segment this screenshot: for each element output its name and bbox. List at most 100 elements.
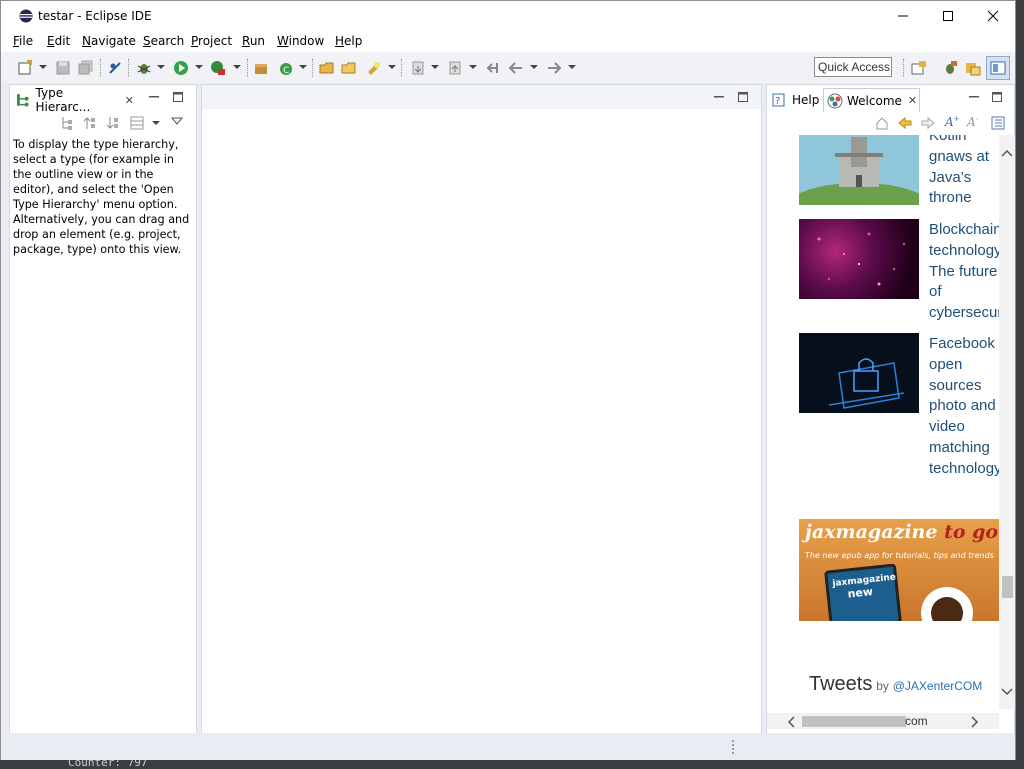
type-hierarchy-mode-icon[interactable] bbox=[60, 116, 74, 130]
debug-dropdown-arrow[interactable] bbox=[157, 65, 165, 69]
tab-welcome[interactable]: Welcome ✕ bbox=[823, 88, 920, 112]
menu-run[interactable]: Run bbox=[242, 34, 265, 48]
toolbar-separator bbox=[100, 59, 101, 77]
news-image-particles[interactable] bbox=[799, 219, 919, 299]
menu-search[interactable]: Search bbox=[143, 34, 184, 48]
subtype-hierarchy-icon[interactable] bbox=[106, 116, 120, 130]
vertical-scrollbar[interactable] bbox=[999, 135, 1015, 709]
new-class-dropdown-arrow[interactable] bbox=[299, 65, 307, 69]
toolbar-separator bbox=[903, 59, 904, 77]
welcome-toolbar: A+ A- bbox=[767, 114, 1014, 134]
save-all-icon[interactable] bbox=[78, 60, 94, 76]
open-perspective-icon[interactable] bbox=[911, 60, 927, 76]
ad-tablet: jaxmagazine new bbox=[824, 563, 902, 621]
layout-icon[interactable] bbox=[130, 116, 144, 130]
ad-brand: jaxmagazine to go bbox=[805, 521, 999, 543]
quick-access-field[interactable]: Quick Access bbox=[814, 57, 892, 77]
coverage-icon[interactable] bbox=[210, 60, 226, 76]
maximize-icon bbox=[942, 11, 953, 21]
back-dropdown-arrow[interactable] bbox=[530, 65, 538, 69]
news-image-castle[interactable] bbox=[789, 135, 929, 227]
menu-edit[interactable]: Edit bbox=[47, 34, 70, 48]
new-icon[interactable] bbox=[17, 60, 33, 76]
menu-bar: File Edit Navigate Search Project Run Wi… bbox=[1, 32, 1015, 52]
ad-coffee-cup bbox=[921, 587, 973, 621]
run-icon[interactable] bbox=[173, 60, 189, 76]
news-image-lock[interactable] bbox=[799, 333, 919, 413]
eclipse-logo-icon bbox=[19, 9, 33, 23]
tab-help[interactable]: ? Help bbox=[769, 88, 821, 112]
scroll-left-icon[interactable] bbox=[787, 716, 795, 728]
debug-perspective-icon[interactable] bbox=[942, 60, 958, 76]
scroll-up-icon[interactable] bbox=[1001, 149, 1013, 157]
decrease-font-icon[interactable]: A- bbox=[967, 115, 978, 129]
scroll-right-icon[interactable] bbox=[971, 716, 979, 728]
skip-breakpoints-icon[interactable] bbox=[107, 60, 123, 76]
close-icon[interactable]: ✕ bbox=[125, 94, 134, 107]
status-bar bbox=[1, 733, 1015, 760]
minimize-editor-icon[interactable] bbox=[713, 91, 725, 103]
news-title-blockchain[interactable]: Blockchain technology: The future of cyb… bbox=[929, 220, 1000, 324]
previous-annotation-dropdown-arrow[interactable] bbox=[469, 65, 477, 69]
resource-perspective-icon[interactable] bbox=[965, 60, 981, 76]
close-icon[interactable]: ✕ bbox=[908, 94, 917, 107]
search-flashlight-icon[interactable] bbox=[366, 60, 382, 76]
close-icon bbox=[987, 10, 998, 22]
menu-window[interactable]: Window bbox=[277, 34, 324, 48]
run-dropdown-arrow[interactable] bbox=[195, 65, 203, 69]
jaxmagazine-ad[interactable]: jaxmagazine to go The new epub app for t… bbox=[799, 519, 999, 621]
type-hierarchy-toolbar bbox=[10, 113, 196, 133]
back-icon[interactable] bbox=[508, 60, 524, 76]
forward-icon[interactable] bbox=[546, 60, 562, 76]
menu-project[interactable]: Project bbox=[191, 34, 232, 48]
save-icon[interactable] bbox=[55, 60, 71, 76]
new-java-package-icon[interactable] bbox=[253, 60, 269, 76]
news-title-kotlin[interactable]: Kotlin gnaws at Java’s throne bbox=[929, 135, 1000, 209]
new-java-class-icon[interactable]: C bbox=[278, 60, 294, 76]
forward-dropdown-arrow[interactable] bbox=[568, 65, 576, 69]
status-bar-grip[interactable] bbox=[732, 740, 734, 754]
minimize-view-icon[interactable] bbox=[148, 91, 160, 103]
close-button[interactable] bbox=[970, 1, 1015, 31]
maximize-view-icon[interactable] bbox=[172, 91, 184, 103]
back-icon[interactable] bbox=[897, 116, 913, 130]
maximize-button[interactable] bbox=[925, 1, 970, 31]
toolbar-separator bbox=[128, 59, 129, 77]
tab-type-hierarchy-label: Type Hierarc... bbox=[35, 86, 91, 114]
horizontal-scroll-thumb[interactable] bbox=[802, 716, 906, 727]
menu-navigate[interactable]: Navigate bbox=[82, 34, 136, 48]
open-type-icon[interactable] bbox=[319, 60, 335, 76]
tab-type-hierarchy[interactable]: Type Hierarc... ✕ bbox=[12, 86, 134, 114]
toolbar-separator bbox=[401, 59, 402, 77]
coverage-dropdown-arrow[interactable] bbox=[233, 65, 241, 69]
debug-icon[interactable] bbox=[136, 60, 152, 76]
next-annotation-icon[interactable] bbox=[410, 60, 426, 76]
toolbar-separator bbox=[247, 59, 248, 77]
previous-annotation-icon[interactable] bbox=[447, 60, 463, 76]
next-annotation-dropdown-arrow[interactable] bbox=[431, 65, 439, 69]
welcome-view: ? Help Welcome ✕ A+ A- Kotlin gnaws at J… bbox=[766, 84, 1015, 734]
new-dropdown-arrow[interactable] bbox=[39, 65, 47, 69]
maximize-view-icon[interactable] bbox=[991, 91, 1003, 103]
menu-file[interactable]: File bbox=[13, 34, 33, 48]
scroll-down-icon[interactable] bbox=[1001, 688, 1013, 696]
open-folder-icon[interactable] bbox=[341, 60, 357, 76]
horizontal-scrollbar[interactable]: com bbox=[767, 713, 999, 729]
vertical-scroll-thumb[interactable] bbox=[1002, 576, 1013, 598]
show-toc-icon[interactable] bbox=[991, 116, 1005, 130]
java-perspective-button[interactable] bbox=[986, 56, 1010, 80]
home-icon[interactable] bbox=[875, 116, 889, 130]
forward-icon[interactable] bbox=[920, 116, 936, 130]
menu-help[interactable]: Help bbox=[335, 34, 362, 48]
twitter-handle-link[interactable]: @JAXenterCOM bbox=[893, 679, 983, 693]
increase-font-icon[interactable]: A+ bbox=[945, 115, 960, 129]
news-title-facebook[interactable]: Facebook open sources photo and video ma… bbox=[929, 334, 1000, 480]
last-edit-location-icon[interactable] bbox=[484, 60, 500, 76]
layout-dropdown-arrow[interactable] bbox=[152, 121, 160, 125]
supertype-hierarchy-icon[interactable] bbox=[83, 116, 97, 130]
minimize-button[interactable] bbox=[880, 1, 925, 31]
maximize-editor-icon[interactable] bbox=[737, 91, 749, 103]
view-menu-icon[interactable] bbox=[171, 116, 183, 126]
minimize-view-icon[interactable] bbox=[968, 91, 980, 103]
search-dropdown-arrow[interactable] bbox=[388, 65, 396, 69]
